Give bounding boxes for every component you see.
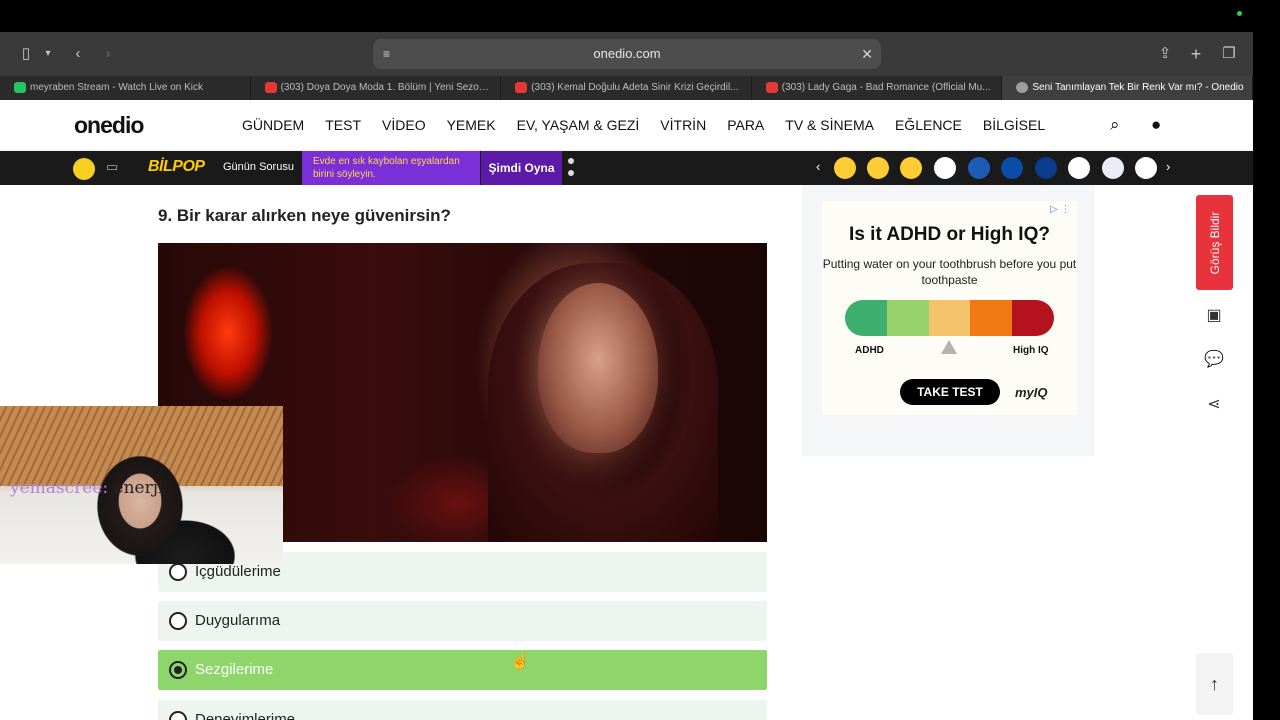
brand-icon[interactable] [1068, 157, 1090, 179]
tab[interactable]: meyraben Stream - Watch Live on Kick [0, 76, 251, 100]
brand-icon[interactable] [968, 157, 990, 179]
gamepad-icon[interactable]: ▭ [106, 159, 118, 175]
answer-label: Duygularıma [195, 612, 281, 629]
site-logo[interactable]: onedio [74, 112, 144, 139]
forward-icon[interactable]: › [98, 42, 118, 66]
heart-eyes-emoji-icon[interactable] [834, 157, 856, 179]
advertisement-panel: ▷ ⋮ Is it ADHD or High IQ? Putting water… [802, 185, 1095, 456]
browser-toolbar: ▯ ▾ ‹ › ≡ onedio.com ✕ ⇪ + ❐ [0, 32, 1253, 76]
daily-question-text[interactable]: Evde en sık kaybolan eşyalardan birini s… [302, 151, 480, 185]
menu-item[interactable]: GÜNDEM [242, 117, 304, 133]
scale-marker-icon [941, 340, 957, 354]
address-bar[interactable]: ≡ onedio.com ✕ [373, 39, 881, 69]
chat-message: enerji [113, 478, 164, 498]
radio-button[interactable] [169, 563, 187, 581]
back-icon[interactable]: ‹ [68, 42, 88, 66]
answer-option[interactable]: Deneyimlerime [158, 700, 767, 720]
answer-option[interactable]: Duygularıma [158, 601, 767, 641]
camera-indicator [1237, 11, 1242, 16]
tab[interactable]: (303) Lady Gaga - Bad Romance (Official … [752, 76, 1003, 100]
brand-icon[interactable] [1035, 157, 1057, 179]
tab[interactable]: (303) Kemal Doğulu Adeta Sinir Krizi Geç… [501, 76, 752, 100]
smile-emoji-icon[interactable] [900, 157, 922, 179]
menu-item[interactable]: TEST [325, 117, 361, 133]
url-text: onedio.com [593, 46, 661, 61]
scale-segment [886, 300, 929, 336]
scale-segment [970, 300, 1013, 336]
tab[interactable]: (303) Doya Doya Moda 1. Bölüm | Yeni Sez… [251, 76, 502, 100]
radio-button[interactable] [169, 661, 187, 679]
chat-overlay: yemascree: enerji [10, 478, 163, 498]
share-icon[interactable]: ⋖ [1199, 390, 1229, 420]
scale-segment [845, 300, 887, 336]
scale-left-label: ADHD [855, 345, 884, 356]
question-title: 9. Bir karar alırken neye güvenirsin? [158, 206, 451, 225]
brand-icon[interactable] [934, 157, 956, 179]
youtube-icon [264, 82, 277, 93]
radio-button[interactable] [169, 711, 187, 720]
scale-segment [928, 300, 971, 336]
ad-banner[interactable]: ▷ ⋮ Is it ADHD or High IQ? Putting water… [822, 201, 1077, 415]
crying-emoji-icon[interactable] [867, 157, 889, 179]
scale-segment [1012, 300, 1054, 336]
chat-username: yemascree: [10, 478, 109, 498]
tab-active[interactable]: Seni Tanımlayan Tek Bir Renk Var mı? - O… [1002, 76, 1253, 100]
close-icon[interactable]: ✕ [861, 39, 873, 69]
brand-icon[interactable] [1102, 157, 1124, 179]
take-test-button[interactable]: TAKE TEST [900, 379, 1000, 405]
ad-subtext: Putting water on your toothbrush before … [822, 257, 1077, 287]
menu-item[interactable]: TV & SİNEMA [785, 117, 874, 133]
bookmark-icon[interactable]: ▣ [1199, 301, 1229, 331]
play-now-button[interactable]: Şimdi Oyna [481, 151, 562, 185]
ad-scale-bar [845, 300, 1054, 336]
ad-brand: myIQ [1015, 385, 1048, 400]
onedio-icon [1016, 82, 1029, 93]
comments-icon[interactable]: 💬 [1199, 345, 1229, 375]
scroll-to-top-button[interactable]: ↑ [1196, 653, 1233, 715]
promo-strip: ▭ BİLPOP Günün Sorusu Evde en sık kaybol… [0, 151, 1253, 185]
chevron-right-icon[interactable]: › [1166, 159, 1170, 174]
share-icon[interactable]: ⇪ [1155, 42, 1175, 66]
smiley-icon[interactable] [73, 158, 95, 180]
main-menu: GÜNDEM TEST VİDEO YEMEK EV, YAŞAM & GEZİ… [242, 117, 1066, 133]
image-detail [538, 283, 658, 453]
streamer [85, 446, 235, 564]
menu-item[interactable]: VİTRİN [660, 117, 706, 133]
menu-item[interactable]: VİDEO [382, 117, 426, 133]
new-tab-icon[interactable]: + [1186, 42, 1206, 66]
ad-headline: Is it ADHD or High IQ? [849, 224, 1050, 245]
chevron-down-icon[interactable]: ▾ [40, 42, 56, 66]
menu-item[interactable]: BİLGİSEL [983, 117, 1045, 133]
bilpop-logo[interactable]: BİLPOP [148, 158, 205, 176]
kick-icon [14, 82, 26, 93]
chevron-left-icon[interactable]: ‹ [816, 159, 820, 174]
youtube-icon [765, 82, 778, 93]
brand-icon[interactable] [1001, 157, 1023, 179]
menu-item[interactable]: EĞLENCE [895, 117, 962, 133]
mouse-cursor-icon: ☝ [510, 653, 530, 670]
tab-overview-icon[interactable]: ❐ [1219, 42, 1239, 66]
pagination-dots [568, 158, 576, 178]
answer-option-selected[interactable]: Sezgilerime [158, 650, 767, 690]
answer-label: İçgüdülerime [195, 563, 281, 580]
youtube-icon [515, 82, 528, 93]
brand-icon[interactable] [1135, 157, 1157, 179]
menu-item[interactable]: PARA [727, 117, 764, 133]
feedback-button[interactable]: Görüş Bildir [1196, 195, 1233, 290]
user-icon[interactable]: ● [1151, 115, 1161, 135]
tab-bar: meyraben Stream - Watch Live on Kick (30… [0, 76, 1253, 100]
answer-label: Deneyimlerime [195, 711, 296, 720]
menu-item[interactable]: EV, YAŞAM & GEZİ [517, 117, 640, 133]
sidebar-toggle-icon[interactable]: ▯ [16, 42, 36, 66]
menu-item[interactable]: YEMEK [447, 117, 496, 133]
answer-label: Sezgilerime [195, 661, 274, 678]
daily-question-label[interactable]: Günün Sorusu [223, 161, 294, 173]
page-menu-icon[interactable]: ≡ [383, 39, 390, 69]
adchoices-icon[interactable]: ▷ ⋮ [1050, 204, 1070, 215]
scale-right-label: High IQ [1013, 345, 1049, 356]
screen: ▯ ▾ ‹ › ≡ onedio.com ✕ ⇪ + ❐ meyraben St… [0, 0, 1280, 720]
site-header: onedio GÜNDEM TEST VİDEO YEMEK EV, YAŞAM… [0, 100, 1253, 151]
search-icon[interactable]: ⌕ [1110, 115, 1120, 135]
radio-button[interactable] [169, 612, 187, 630]
